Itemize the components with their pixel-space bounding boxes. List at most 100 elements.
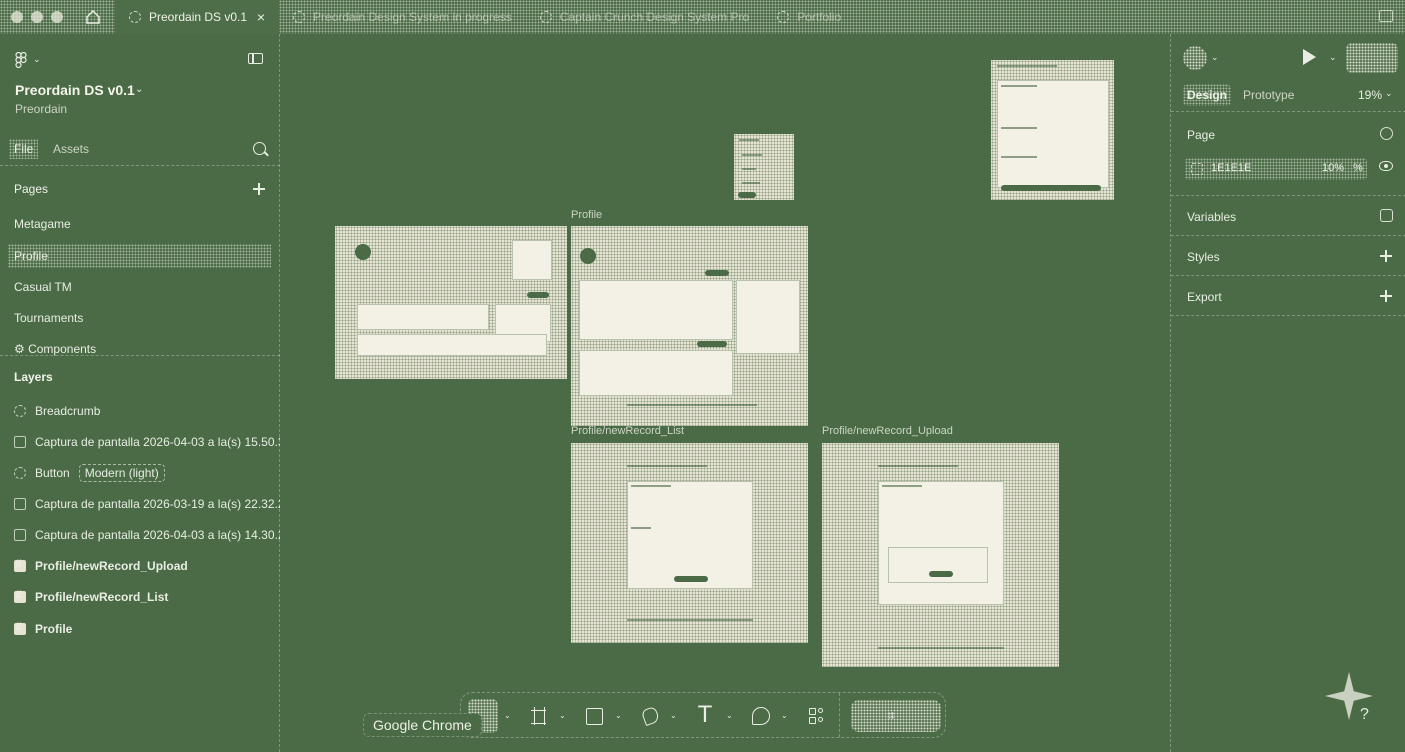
app-tooltip: Google Chrome xyxy=(363,713,482,737)
frame-icon xyxy=(14,588,26,603)
dev-mode-toggle[interactable] xyxy=(851,700,941,732)
sidebar-toggle-icon[interactable] xyxy=(248,53,263,64)
layout-icon[interactable] xyxy=(1379,10,1393,22)
text-tool-icon[interactable]: T xyxy=(693,704,717,728)
tab-prototype[interactable]: Prototype xyxy=(1243,88,1294,102)
chevron-down-icon[interactable]: ⌄ xyxy=(1329,52,1337,63)
page-item-profile[interactable]: Profile xyxy=(8,244,271,268)
chevron-down-icon[interactable]: ⌄ xyxy=(135,84,143,95)
layers-heading: Layers xyxy=(14,370,53,384)
tab-design[interactable]: Design xyxy=(1183,84,1232,106)
color-swatch[interactable] xyxy=(1191,163,1203,175)
styles-section: Styles xyxy=(1171,236,1405,276)
frame-label-profile[interactable]: Profile xyxy=(571,209,602,221)
frame-thumbnail-settings[interactable] xyxy=(991,60,1114,200)
close-window-icon[interactable] xyxy=(11,11,23,23)
chevron-down-icon[interactable]: ⌄ xyxy=(1385,88,1393,99)
frame-label-upload[interactable]: Profile/newRecord_Upload xyxy=(822,425,953,437)
frame-thumbnail-small[interactable] xyxy=(734,134,794,200)
file-icon xyxy=(777,11,790,23)
file-title[interactable]: Preordain DS v0.1 xyxy=(15,82,135,98)
variables-section: Variables xyxy=(1171,196,1405,236)
frame-newrecord-list[interactable] xyxy=(571,443,808,643)
close-tab-icon[interactable]: × xyxy=(257,9,265,25)
color-hex-value[interactable]: 1E1E1E xyxy=(1211,162,1251,174)
component-instance-icon xyxy=(14,405,26,417)
layer-label: Profile xyxy=(35,622,73,636)
layer-item[interactable]: Breadcrumb xyxy=(14,401,280,421)
layer-item[interactable]: Captura de pantalla 2026-04-03 a la(s) 1… xyxy=(14,525,280,545)
canvas[interactable]: Profile Profile/newRecord_List Profile/n… xyxy=(280,34,1170,752)
page-item-tournaments[interactable]: Tournaments xyxy=(8,306,271,330)
chevron-down-icon[interactable]: ⌄ xyxy=(1211,52,1219,63)
add-page-icon[interactable] xyxy=(253,183,265,195)
frame-thumbnail-screenshot[interactable] xyxy=(335,226,567,379)
tab-active-file[interactable]: Preordain DS v0.1 × xyxy=(115,0,279,34)
design-prototype-tabs: Design Prototype 19% ⌄ xyxy=(1171,78,1405,112)
layer-item[interactable]: Captura de pantalla 2026-03-19 a la(s) 2… xyxy=(14,494,280,514)
search-icon[interactable] xyxy=(253,142,266,155)
figma-logo-icon[interactable] xyxy=(15,51,27,69)
left-panel: ⌄ Preordain DS v0.1 ⌄ Preordain File Ass… xyxy=(0,34,280,752)
tab-assets[interactable]: Assets xyxy=(53,142,89,156)
file-icon xyxy=(293,11,305,23)
frame-profile[interactable] xyxy=(571,226,808,426)
chevron-down-icon[interactable]: ⌄ xyxy=(559,711,566,720)
tab-design-system[interactable]: Preordain Design System in progress xyxy=(279,0,526,34)
component-instance-icon xyxy=(14,467,26,479)
add-export-icon[interactable] xyxy=(1380,290,1392,302)
visibility-eye-icon[interactable] xyxy=(1379,161,1393,171)
layer-item[interactable]: Profile/newRecord_Upload xyxy=(14,556,280,576)
maximize-window-icon[interactable] xyxy=(51,11,63,23)
tab-file[interactable]: File xyxy=(9,139,39,159)
present-play-icon[interactable] xyxy=(1303,49,1316,65)
rectangle-tool-icon[interactable] xyxy=(582,704,606,728)
layer-label: Captura de pantalla 2026-04-03 a la(s) 1… xyxy=(35,435,280,449)
layer-item[interactable]: Profile xyxy=(14,619,280,639)
chevron-down-icon[interactable]: ⌄ xyxy=(670,711,677,720)
minimize-window-icon[interactable] xyxy=(31,11,43,23)
menu-chevron-icon[interactable]: ⌄ xyxy=(33,54,41,65)
frame-newrecord-upload[interactable] xyxy=(822,443,1059,667)
bottom-toolbar: ⌄ ⌄ ⌄ ⌄ T ⌄ ⌄ ⌗ xyxy=(460,692,946,738)
page-item-casual-tm[interactable]: Casual TM xyxy=(8,275,271,299)
layer-label: Breadcrumb xyxy=(35,404,101,418)
frame-icon xyxy=(14,620,26,635)
tab-label: Preordain Design System in progress xyxy=(313,10,512,24)
avatar[interactable] xyxy=(1183,46,1207,70)
add-style-icon[interactable] xyxy=(1380,250,1392,262)
image-icon xyxy=(14,529,26,541)
page-item-components[interactable]: ⚙ Components xyxy=(8,337,271,361)
page-color-field[interactable]: 1E1E1E 10% % xyxy=(1185,158,1367,180)
layer-item[interactable]: Profile/newRecord_List xyxy=(14,587,280,607)
comment-tool-icon[interactable] xyxy=(749,704,773,728)
export-label: Export xyxy=(1187,290,1222,304)
page-item-metagame[interactable]: Metagame xyxy=(8,212,271,236)
chevron-down-icon[interactable]: ⌄ xyxy=(504,711,511,720)
file-icon xyxy=(539,11,552,23)
variant-badge: Modern (light) xyxy=(78,464,165,482)
share-button[interactable] xyxy=(1346,43,1398,73)
help-icon[interactable]: ? xyxy=(1360,706,1369,724)
pen-tool-icon[interactable] xyxy=(638,704,662,728)
layer-label: Profile/newRecord_Upload xyxy=(35,559,188,573)
home-icon[interactable] xyxy=(85,9,101,25)
actions-apps-icon[interactable] xyxy=(805,704,829,728)
tab-captain-crunch[interactable]: Captain Crunch Design System Pro xyxy=(526,0,763,34)
variables-adjust-icon[interactable] xyxy=(1380,209,1393,222)
chevron-down-icon[interactable]: ⌄ xyxy=(781,711,788,720)
frame-label-list[interactable]: Profile/newRecord_List xyxy=(571,425,684,437)
tab-label: Portfolio xyxy=(797,10,842,24)
layer-item[interactable]: Button Modern (light) xyxy=(14,463,280,483)
layer-item[interactable]: Captura de pantalla 2026-04-03 a la(s) 1… xyxy=(14,432,280,452)
tab-bar: Preordain DS v0.1 × Preordain Design Sys… xyxy=(0,0,1405,34)
variables-label[interactable]: Variables xyxy=(1187,210,1236,224)
page-style-icon[interactable] xyxy=(1380,127,1393,140)
chevron-down-icon[interactable]: ⌄ xyxy=(726,711,733,720)
chevron-down-icon[interactable]: ⌄ xyxy=(615,711,622,720)
file-icon xyxy=(129,11,141,23)
zoom-level[interactable]: 19% xyxy=(1358,88,1382,102)
tab-portfolio[interactable]: Portfolio xyxy=(763,0,855,34)
frame-tool-icon[interactable] xyxy=(527,704,551,728)
color-opacity-value[interactable]: 10% xyxy=(1322,162,1344,174)
